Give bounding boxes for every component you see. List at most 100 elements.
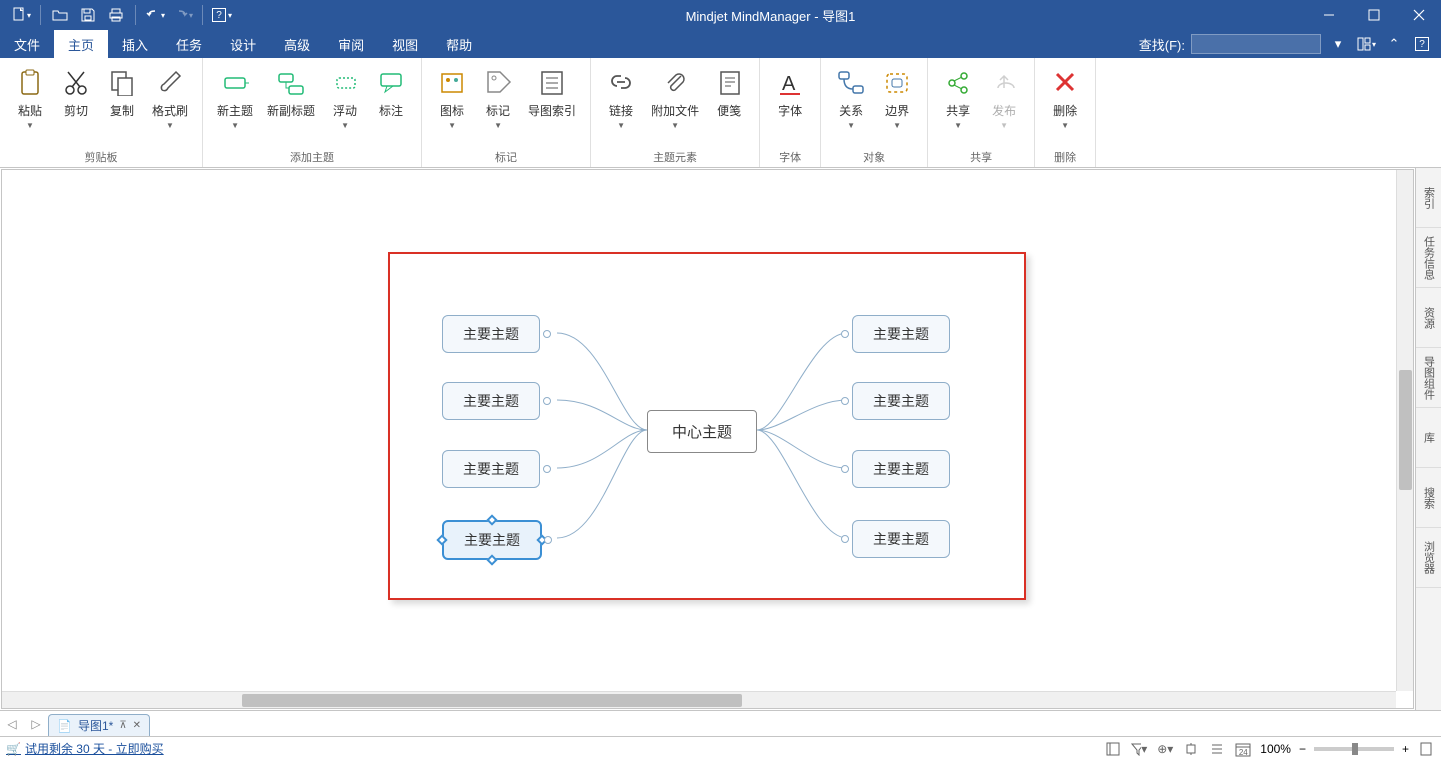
- zoom-out-button[interactable]: −: [1299, 742, 1306, 756]
- ribbon-btn-topic-new[interactable]: 新主题▼: [211, 62, 259, 147]
- menu-item-5[interactable]: 高级: [270, 30, 324, 58]
- statusbar: 🛒 试用剩余 30 天 - 立即购买 ▾ ⊕▾ 24 100% − +: [0, 736, 1441, 760]
- side-tab-4[interactable]: 库: [1416, 408, 1441, 468]
- ribbon-btn-note[interactable]: 便笺: [707, 62, 751, 147]
- menu-item-2[interactable]: 插入: [108, 30, 162, 58]
- ribbon-btn-attach[interactable]: 附加文件▼: [645, 62, 705, 147]
- ribbon-btn-link[interactable]: 链接▼: [599, 62, 643, 147]
- ribbon-btn-boundary[interactable]: 边界▼: [875, 62, 919, 147]
- print-button[interactable]: [103, 2, 129, 28]
- zoom-fit-icon[interactable]: ⊕▾: [1156, 740, 1174, 758]
- calendar-icon[interactable]: 24: [1234, 740, 1252, 758]
- list-view-icon[interactable]: [1208, 740, 1226, 758]
- menu-dropdown-button[interactable]: ▾: [1327, 33, 1349, 55]
- topic-float-icon: [329, 66, 361, 98]
- trial-link[interactable]: 🛒 试用剩余 30 天 - 立即购买: [6, 740, 164, 757]
- map-view-icon[interactable]: [1104, 740, 1122, 758]
- connector-dot[interactable]: [543, 397, 551, 405]
- topic-node-right-3[interactable]: 主要主题: [852, 520, 950, 558]
- ribbon-btn-tag[interactable]: 标记▼: [476, 62, 520, 147]
- document-tabs: ◁ ▷ 📄 导图1* ⊼ ✕: [0, 710, 1441, 736]
- side-tab-2[interactable]: 资源: [1416, 288, 1441, 348]
- ribbon-btn-label: 字体: [778, 102, 802, 119]
- brush-icon: [154, 66, 186, 98]
- undo-button[interactable]: ▾: [142, 2, 168, 28]
- horizontal-scrollbar[interactable]: [2, 691, 1396, 708]
- ribbon-btn-label: 附加文件: [651, 102, 699, 119]
- ribbon-group-5: 关系▼边界▼对象: [821, 58, 928, 167]
- ribbon-btn-copy[interactable]: 复制: [100, 62, 144, 147]
- filter-icon[interactable]: ▾: [1130, 740, 1148, 758]
- doc-tab[interactable]: 📄 导图1* ⊼ ✕: [48, 714, 150, 736]
- ribbon-group-label: 字体: [768, 147, 812, 165]
- center-icon[interactable]: [1182, 740, 1200, 758]
- pin-icon[interactable]: ⊼: [119, 720, 126, 731]
- ribbon-btn-icons[interactable]: 图标▼: [430, 62, 474, 147]
- topic-node-right-2[interactable]: 主要主题: [852, 450, 950, 488]
- ribbon-btn-index[interactable]: 导图索引: [522, 62, 582, 147]
- connector-dot[interactable]: [543, 465, 551, 473]
- close-button[interactable]: [1396, 0, 1441, 30]
- help-button[interactable]: ?: [1411, 33, 1433, 55]
- topic-node-left-1[interactable]: 主要主题: [442, 382, 540, 420]
- doc-tab-prev[interactable]: ◁: [0, 711, 24, 736]
- side-tab-1[interactable]: 任务信息: [1416, 228, 1441, 288]
- ribbon-btn-font[interactable]: A字体: [768, 62, 812, 147]
- canvas[interactable]: 中心主题主要主题主要主题主要主题主要主题主要主题主要主题主要主题主要主题: [1, 169, 1414, 709]
- ribbon-btn-delete-x[interactable]: 删除▼: [1043, 62, 1087, 147]
- collapse-ribbon-button[interactable]: ⌃: [1383, 33, 1405, 55]
- menu-item-8[interactable]: 帮助: [432, 30, 486, 58]
- new-file-button[interactable]: ▾: [8, 2, 34, 28]
- side-tab-3[interactable]: 导图组件: [1416, 348, 1441, 408]
- maximize-button[interactable]: [1351, 0, 1396, 30]
- chevron-down-icon: ▼: [448, 121, 456, 130]
- ribbon-btn-relation[interactable]: 关系▼: [829, 62, 873, 147]
- open-file-button[interactable]: [47, 2, 73, 28]
- redo-button[interactable]: ▾: [170, 2, 196, 28]
- side-tab-5[interactable]: 搜索: [1416, 468, 1441, 528]
- fit-page-icon[interactable]: [1417, 740, 1435, 758]
- topic-node-left-3[interactable]: 主要主题: [442, 520, 542, 560]
- connector-dot[interactable]: [543, 330, 551, 338]
- topic-node-right-0[interactable]: 主要主题: [852, 315, 950, 353]
- side-tab-6[interactable]: 浏览器: [1416, 528, 1441, 588]
- ribbon-btn-share[interactable]: 共享▼: [936, 62, 980, 147]
- topic-node-left-0[interactable]: 主要主题: [442, 315, 540, 353]
- topic-node-left-2[interactable]: 主要主题: [442, 450, 540, 488]
- ribbon-btn-topic-float[interactable]: 浮动▼: [323, 62, 367, 147]
- ribbon-btn-clipboard[interactable]: 粘贴▼: [8, 62, 52, 147]
- ribbon-btn-label: 标注: [379, 102, 403, 119]
- menu-item-7[interactable]: 视图: [378, 30, 432, 58]
- zoom-in-button[interactable]: +: [1402, 742, 1409, 756]
- ribbon: 粘贴▼剪切复制格式刷▼剪贴板新主题▼新副标题浮动▼标注添加主题图标▼标记▼导图索…: [0, 58, 1441, 168]
- ribbon-btn-scissors[interactable]: 剪切: [54, 62, 98, 147]
- center-topic[interactable]: 中心主题: [647, 410, 757, 453]
- menu-item-4[interactable]: 设计: [216, 30, 270, 58]
- help-dropdown-button[interactable]: ?▾: [209, 2, 235, 28]
- menu-item-0[interactable]: 文件: [0, 30, 54, 58]
- connector-dot[interactable]: [544, 536, 552, 544]
- connector-dot[interactable]: [841, 535, 849, 543]
- ribbon-group-3: 链接▼附加文件▼便笺主题元素: [591, 58, 760, 167]
- ribbon-btn-brush[interactable]: 格式刷▼: [146, 62, 194, 147]
- topic-node-right-1[interactable]: 主要主题: [852, 382, 950, 420]
- ribbon-btn-topic-sub[interactable]: 新副标题: [261, 62, 321, 147]
- layout-icon[interactable]: ▾: [1355, 33, 1377, 55]
- side-tab-0[interactable]: 索引: [1416, 168, 1441, 228]
- ribbon-btn-label: 格式刷: [152, 102, 188, 119]
- minimize-button[interactable]: [1306, 0, 1351, 30]
- menu-item-3[interactable]: 任务: [162, 30, 216, 58]
- connector-dot[interactable]: [841, 330, 849, 338]
- menu-item-1[interactable]: 主页: [54, 30, 108, 58]
- menu-item-6[interactable]: 审阅: [324, 30, 378, 58]
- save-button[interactable]: [75, 2, 101, 28]
- ribbon-btn-callout[interactable]: 标注: [369, 62, 413, 147]
- connector-dot[interactable]: [841, 397, 849, 405]
- zoom-slider[interactable]: [1314, 747, 1394, 751]
- search-input[interactable]: [1191, 34, 1321, 54]
- connector-dot[interactable]: [841, 465, 849, 473]
- vertical-scrollbar[interactable]: [1396, 170, 1413, 691]
- close-tab-icon[interactable]: ✕: [133, 720, 141, 731]
- delete-x-icon: [1049, 66, 1081, 98]
- doc-tab-next[interactable]: ▷: [24, 711, 48, 736]
